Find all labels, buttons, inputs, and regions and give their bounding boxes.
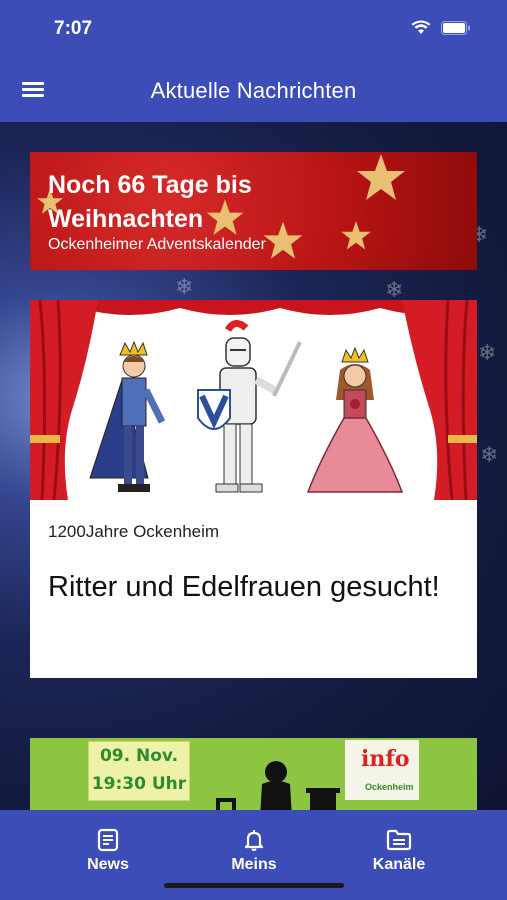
home-indicator[interactable] (164, 883, 344, 888)
tab-meins[interactable]: Meins (204, 828, 304, 874)
newspaper-icon (97, 828, 119, 852)
page-title: Aktuelle Nachrichten (150, 78, 357, 103)
bell-icon (244, 830, 264, 851)
news-card[interactable]: 1200Jahre Ockenheim Ritter und Edelfraue… (30, 300, 477, 678)
info-logo: info Ockenheim (345, 740, 419, 800)
info-logo-text: info (361, 746, 410, 772)
knight-illustration (30, 300, 477, 500)
app-bar: Aktuelle Nachrichten (0, 62, 507, 122)
snowflake-icon: ❄ (478, 340, 497, 365)
tab-news-label: News (87, 856, 129, 873)
folder-icon (386, 829, 412, 851)
status-time: 7:07 (54, 18, 93, 39)
wifi-icon (411, 20, 431, 36)
star-icon (357, 154, 405, 200)
event-card[interactable]: 09. Nov. 19:30 Uhr info Ockenheim (30, 738, 477, 810)
card-category: 1200Jahre Ockenheim (48, 522, 220, 541)
advent-countdown-title: Noch 66 Tage bis Weihnachten (48, 171, 252, 233)
speaker-illustration (216, 761, 340, 810)
tab-kanaele[interactable]: Kanäle (349, 828, 449, 874)
status-bar: 7:07 (0, 0, 507, 62)
card-headline: Ritter und Edelfrauen gesucht! (48, 571, 440, 603)
snowflake-icon: ❄ (480, 442, 499, 467)
tab-kanaele-label: Kanäle (372, 856, 426, 873)
status-icons (411, 20, 471, 36)
info-logo-subtext: Ockenheim (365, 782, 414, 792)
tab-news[interactable]: News (58, 828, 158, 874)
event-date: 09. Nov. (99, 746, 179, 766)
event-time: 19:30 Uhr (91, 774, 187, 794)
event-date-badge: 09. Nov. 19:30 Uhr (88, 741, 190, 801)
tab-meins-label: Meins (231, 856, 277, 873)
battery-icon (441, 21, 471, 35)
advent-subtitle: Ockenheimer Adventskalender (48, 236, 266, 253)
snowflake-icon: ❄ (175, 274, 194, 299)
news-feed[interactable]: ❄ ❄ ❄ ❄ ❄ Noch 66 Tage bis Weihnachten O… (0, 122, 507, 810)
advent-calendar-banner[interactable]: Noch 66 Tage bis Weihnachten Ockenheimer… (30, 152, 477, 270)
